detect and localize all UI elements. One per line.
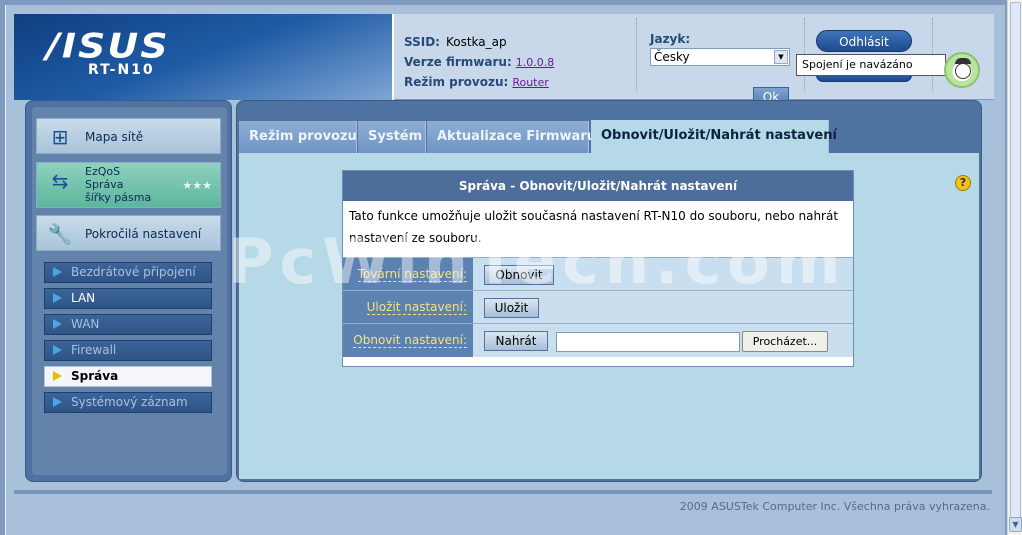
asus-logo: /ISUS <box>46 26 170 66</box>
arrow-icon <box>53 397 62 407</box>
restore-settings-label: Obnovit nastavení: <box>353 333 467 348</box>
sidebar-item-advanced[interactable]: 🔧 Pokročilá nastavení <box>36 215 221 251</box>
file-path-input[interactable] <box>556 332 740 352</box>
factory-default-row: Tovární nastavení: Obnovit <box>343 257 853 291</box>
dropdown-arrow-icon[interactable]: ▼ <box>774 50 788 64</box>
sidebar-item-network-map[interactable]: ⊞ Mapa sítě <box>36 118 221 154</box>
firmware-link[interactable]: 1.0.0.8 <box>516 56 554 69</box>
ssid-label: SSID: <box>404 35 440 49</box>
browse-button[interactable]: Procházet... <box>742 331 828 352</box>
help-icon[interactable]: ? <box>955 175 971 191</box>
tab-operation-mode[interactable]: Režim provozu <box>239 121 357 153</box>
language-select[interactable]: Česky ▼ <box>650 48 790 66</box>
box-description: Tato funkce umožňuje uložit současná nas… <box>349 209 839 245</box>
sidebar-item-wireless[interactable]: Bezdrátové připojení <box>44 262 212 283</box>
upload-button[interactable]: Nahrát <box>484 331 548 351</box>
language-block: Jazyk: Česky ▼ Ok <box>650 32 790 107</box>
settings-form: Tovární nastavení: Obnovit Uložit nastav… <box>343 257 853 357</box>
sidebar-item-label: Pokročilá nastavení <box>85 227 202 241</box>
vertical-scrollbar[interactable]: ▼ <box>1007 0 1022 535</box>
footer-copyright: 2009 ASUSTek Computer Inc. Všechna práva… <box>679 500 990 513</box>
arrow-icon <box>53 319 62 329</box>
mode-link[interactable]: Router <box>512 76 548 89</box>
sidebar-item-system-log[interactable]: Systémový záznam <box>44 392 212 413</box>
network-map-icon: ⊞ <box>51 125 69 149</box>
tab-system[interactable]: Systém <box>358 121 426 153</box>
firmware-label: Verze firmwaru: <box>404 55 512 69</box>
restore-button[interactable]: Obnovit <box>484 265 554 285</box>
sidebar-item-firewall[interactable]: Firewall <box>44 340 212 361</box>
sidebar-item-lan[interactable]: LAN <box>44 288 212 309</box>
scroll-thumb[interactable] <box>1010 2 1021 530</box>
settings-box: Správa - Obnovit/Uložit/Nahrát nastavení… <box>342 170 854 367</box>
sidebar-item-label: EzQoS Správa šířky pásma <box>85 165 152 204</box>
factory-default-label: Tovární nastavení: <box>357 267 467 282</box>
tools-icon: 🔧 <box>47 222 73 246</box>
restore-settings-row: Obnovit nastavení: Nahrát Procházet... <box>343 323 853 357</box>
sidebar-item-label: Mapa sítě <box>85 130 144 144</box>
ssid-value: Kostka_ap <box>445 35 507 49</box>
box-title: Správa - Obnovit/Uložit/Nahrát nastavení <box>343 171 853 201</box>
brand-panel: /ISUS RT-N10 <box>14 14 394 100</box>
sidebar-item-wan[interactable]: WAN <box>44 314 212 335</box>
tab-firmware-upgrade[interactable]: Aktualizace Firmwaru <box>427 121 596 153</box>
arrow-icon <box>53 293 62 303</box>
stars-icon: ★★★ <box>182 179 212 192</box>
header: /ISUS RT-N10 SSID: Kostka_ap Verze firmwa… <box>14 14 994 107</box>
language-label: Jazyk: <box>650 32 691 46</box>
connection-status-icon[interactable] <box>944 52 980 88</box>
scroll-down-icon[interactable]: ▼ <box>1009 517 1022 532</box>
save-settings-row: Uložit nastavení: Uložit <box>343 290 853 324</box>
save-settings-label: Uložit nastavení: <box>366 300 467 315</box>
arrow-icon <box>53 345 62 355</box>
language-value: Česky <box>654 50 690 64</box>
bandwidth-icon: ⇆ <box>51 169 69 193</box>
save-button[interactable]: Uložit <box>484 298 539 318</box>
sidebar-item-ezqos[interactable]: ⇆ EzQoS Správa šířky pásma ★★★ <box>36 162 221 208</box>
status-info: SSID: Kostka_ap Verze firmwaru: 1.0.0.8 Re… <box>404 32 554 92</box>
arrow-icon <box>53 371 62 381</box>
connection-tooltip: Spojení je navázáno <box>796 54 946 76</box>
logout-button[interactable]: Odhlásit <box>816 30 912 52</box>
mode-label: Režim provozu: <box>404 75 509 89</box>
arrow-icon <box>53 267 62 277</box>
model-name: RT-N10 <box>88 62 155 78</box>
separator <box>636 18 637 92</box>
sidebar-item-administration[interactable]: Správa <box>44 366 212 387</box>
tab-restore-save-upload[interactable]: Obnovit/Uložit/Nahrát nastavení <box>591 120 837 154</box>
